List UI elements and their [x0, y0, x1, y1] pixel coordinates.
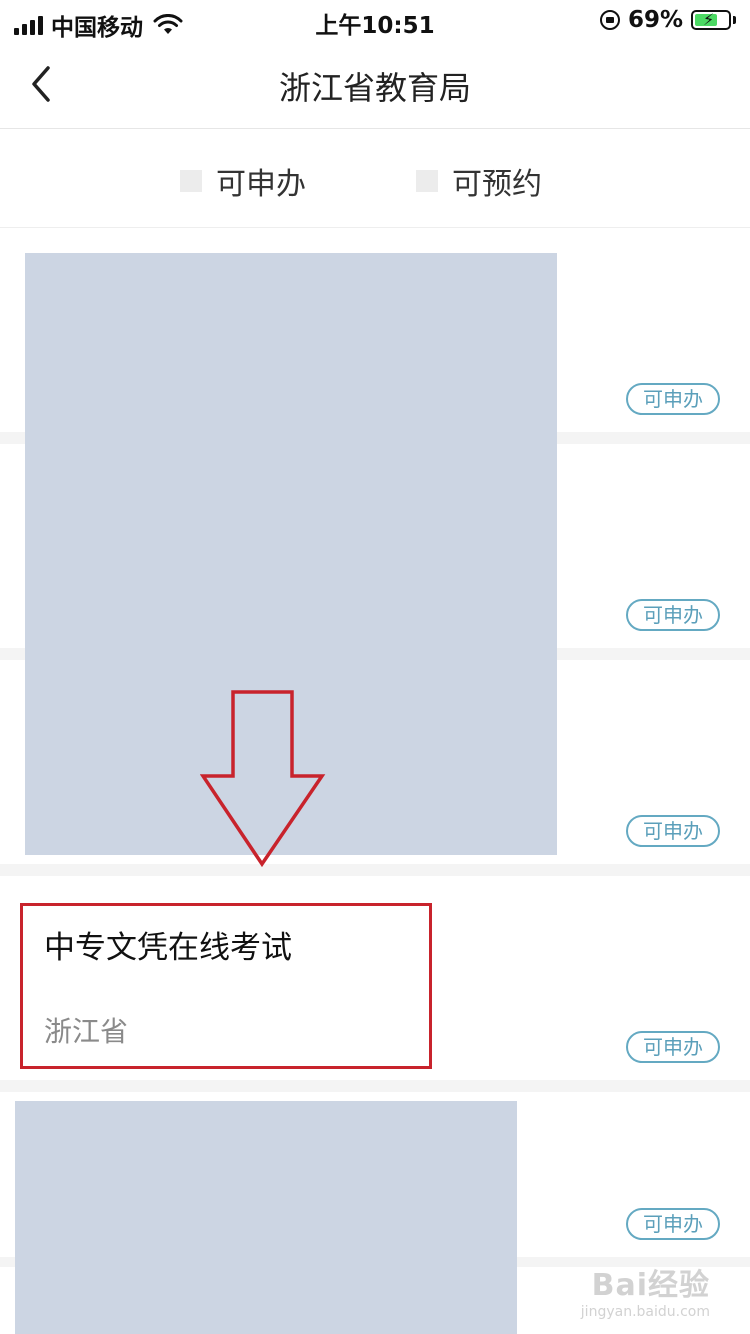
battery-percent: 69%: [627, 7, 683, 33]
filter-label: 可申办: [216, 167, 306, 202]
filter-bookable[interactable]: 可预约: [416, 159, 542, 203]
status-badge: 可申办: [626, 815, 720, 847]
filter-label: 可预约: [452, 167, 542, 202]
page-title: 浙江省教育局: [278, 69, 471, 107]
down-arrow-annotation: [200, 690, 326, 868]
orientation-lock-icon: [599, 10, 620, 30]
nav-bar: 浙江省教育局: [0, 44, 750, 129]
divider: [0, 1080, 750, 1092]
filter-bar: 可申办 可预约: [0, 129, 750, 228]
checkbox-icon[interactable]: [416, 170, 438, 192]
highlight-box: [20, 903, 432, 1069]
watermark: Bai经验 jingyan.baidu.com: [581, 1260, 710, 1320]
divider: [0, 864, 750, 876]
charging-bolt-icon: ⚡: [703, 10, 715, 29]
checkbox-icon[interactable]: [180, 170, 202, 192]
watermark-logo: Bai经验: [591, 1268, 710, 1303]
filter-applicable[interactable]: 可申办: [180, 159, 306, 203]
status-bar: 中国移动 上午10:51 69% ⚡: [0, 0, 750, 44]
status-right: 69% ⚡: [599, 7, 736, 33]
battery-charging-icon: ⚡: [691, 10, 731, 30]
status-badge: 可申办: [626, 1031, 720, 1063]
status-badge: 可申办: [626, 1208, 720, 1240]
redaction-block: [15, 1101, 517, 1334]
status-badge: 可申办: [626, 599, 720, 631]
battery-cap: [733, 16, 736, 24]
watermark-url: jingyan.baidu.com: [580, 1304, 710, 1320]
status-badge: 可申办: [626, 383, 720, 415]
